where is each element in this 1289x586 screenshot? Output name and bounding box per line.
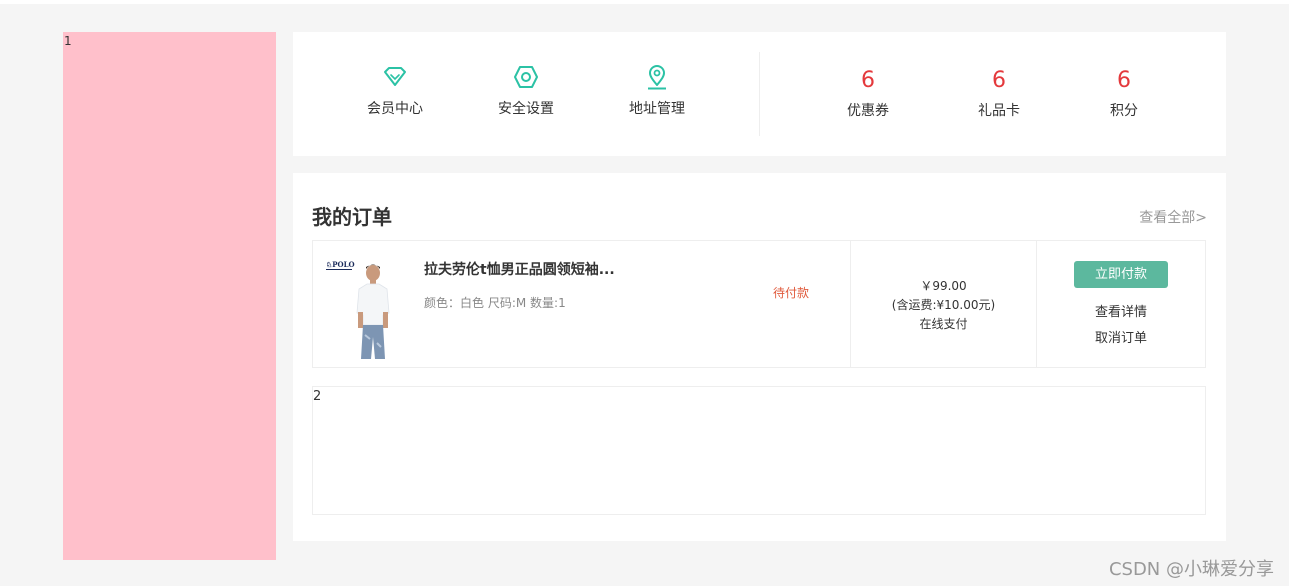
order-row: ♘POLO 拉夫劳伦t恤男正品圆领短袖... 颜色：白色 尺码:M 数量:1 待… [312,240,1206,368]
product-spec: 颜色：白色 尺码:M 数量:1 [424,296,566,310]
product-image: ♘POLO [326,260,390,359]
address-management-label: 地址管理 [629,101,685,117]
security-settings-label: 安全设置 [498,101,554,117]
cancel-order-link[interactable]: 取消订单 [1037,327,1205,346]
order-status: 待付款 [773,286,810,300]
left-sidebar-placeholder: 1 [63,32,276,560]
diamond-icon [384,67,406,86]
points-count: 6 [1117,68,1131,93]
price-column: ￥99.00 (含运费:¥10.00元) 在线支付 [851,277,1036,334]
overview-divider [759,52,760,136]
svg-text:♘POLO: ♘POLO [326,260,355,269]
address-management-link[interactable]: 地址管理 [607,64,707,118]
product-thumbnail[interactable]: ♘POLO [323,255,413,359]
watermark: CSDN @小琳爱分享 [1108,559,1274,580]
view-all-orders-link[interactable]: 查看全部> [1139,207,1207,227]
gift-card-stat[interactable]: 6 礼品卡 [949,68,1049,120]
member-center-label: 会员中心 [367,101,423,117]
shipping-fee: (含运费:¥10.00元) [891,298,996,312]
product-name[interactable]: 拉夫劳伦t恤男正品圆领短袖... [424,259,615,279]
order-price: ￥99.00 [920,279,967,293]
hexagon-settings-icon [514,66,538,88]
placeholder-marker: 2 [313,389,322,404]
my-orders-card: 我的订单 查看全部> ♘POLO 拉夫劳伦t恤男正品圆领短袖... 颜色：白色 … [293,173,1226,541]
security-settings-link[interactable]: 安全设置 [476,64,576,118]
coupon-label: 优惠券 [847,103,889,119]
placeholder-marker: 1 [64,34,72,48]
gift-card-count: 6 [992,68,1006,93]
view-details-link[interactable]: 查看详情 [1037,301,1205,320]
pay-now-button[interactable]: 立即付款 [1074,261,1168,288]
coupon-stat[interactable]: 6 优惠券 [818,68,918,120]
order-actions: 立即付款 查看详情 取消订单 [1037,261,1205,346]
payment-method: 在线支付 [919,317,968,331]
points-stat[interactable]: 6 积分 [1074,68,1174,120]
coupon-count: 6 [861,68,875,93]
order-row-placeholder: 2 [312,386,1206,515]
orders-title: 我的订单 [312,205,392,229]
account-overview-card: 会员中心 安全设置 地址管理 6 优惠券 6 礼品卡 6 积分 [293,32,1226,156]
gift-card-label: 礼品卡 [978,103,1020,119]
location-pin-icon [648,65,666,90]
member-center-link[interactable]: 会员中心 [345,64,445,118]
points-label: 积分 [1110,103,1138,119]
